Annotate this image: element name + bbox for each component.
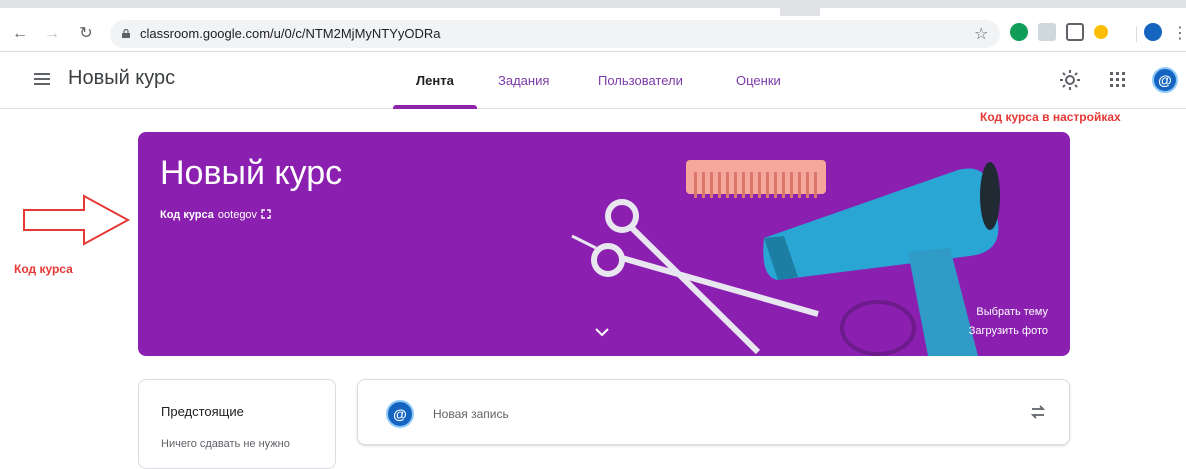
tab-classwork[interactable]: Задания <box>498 73 549 88</box>
browser-tab-area <box>820 8 1186 16</box>
upcoming-title: Предстоящие <box>161 404 244 419</box>
arrow-right-annotation-icon <box>23 194 131 246</box>
tab-stream[interactable]: Лента <box>416 73 454 88</box>
fullscreen-icon[interactable] <box>261 209 271 219</box>
active-tab-indicator <box>393 105 477 109</box>
back-icon[interactable]: ← <box>10 24 30 44</box>
browser-tab-strip <box>0 0 1186 16</box>
repost-icon[interactable] <box>1028 402 1048 422</box>
tab-people[interactable]: Пользователи <box>598 73 683 88</box>
hamburger-menu-icon[interactable] <box>34 73 50 85</box>
upcoming-empty-text: Ничего сдавать не нужно <box>161 438 290 450</box>
account-avatar[interactable]: @ <box>1152 67 1178 93</box>
settings-code-annotation: Код курса в настройках <box>980 110 1121 124</box>
extension-n-icon[interactable] <box>1066 23 1084 41</box>
toolbar-divider <box>1136 26 1137 42</box>
upcoming-card: Предстоящие Ничего сдавать не нужно <box>138 379 336 469</box>
profile-avatar-icon[interactable] <box>1144 23 1162 41</box>
post-avatar: @ <box>386 400 414 428</box>
course-title[interactable]: Новый курс <box>68 67 175 90</box>
url-text[interactable]: classroom.google.com/u/0/c/NTM2MjMyNTYyO… <box>140 26 441 41</box>
extension-pin-icon[interactable] <box>1094 25 1108 39</box>
apps-grid-icon[interactable] <box>1110 72 1126 88</box>
choose-theme-link[interactable]: Выбрать тему <box>976 306 1048 318</box>
course-code-value[interactable]: ootegov <box>218 209 257 221</box>
gear-icon[interactable] <box>1058 68 1082 92</box>
more-vert-icon[interactable]: ⋮ <box>1172 23 1186 43</box>
upload-photo-link[interactable]: Загрузить фото <box>969 325 1048 337</box>
browser-toolbar: ← → ↻ classroom.google.com/u/0/c/NTM2MjM… <box>0 16 1186 52</box>
browser-active-tab[interactable] <box>0 8 780 16</box>
extension-green-icon[interactable] <box>1010 23 1028 41</box>
course-code-annotation: Код курса <box>14 262 73 276</box>
classroom-header: Новый курс Лента Задания Пользователи Оц… <box>0 53 1186 109</box>
banner-course-title: Новый курс <box>160 154 343 192</box>
address-bar[interactable]: classroom.google.com/u/0/c/NTM2MjMyNTYyO… <box>110 20 1000 48</box>
new-post-card[interactable]: @ Новая запись <box>357 379 1070 445</box>
bookmark-star-icon[interactable]: ☆ <box>974 24 988 44</box>
reload-icon[interactable]: ↻ <box>76 24 96 44</box>
tab-grades[interactable]: Оценки <box>736 73 781 88</box>
course-code-label: Код курса <box>160 209 214 221</box>
lock-icon <box>122 29 130 38</box>
extension-page-icon[interactable] <box>1038 23 1056 41</box>
course-code: Код курса ootegov <box>160 209 271 221</box>
chevron-down-icon[interactable] <box>594 326 610 338</box>
forward-icon[interactable]: → <box>42 24 62 44</box>
course-banner: Новый курс Код курса ootegov Выбрать тему… <box>138 132 1070 356</box>
new-post-placeholder[interactable]: Новая запись <box>433 407 509 421</box>
